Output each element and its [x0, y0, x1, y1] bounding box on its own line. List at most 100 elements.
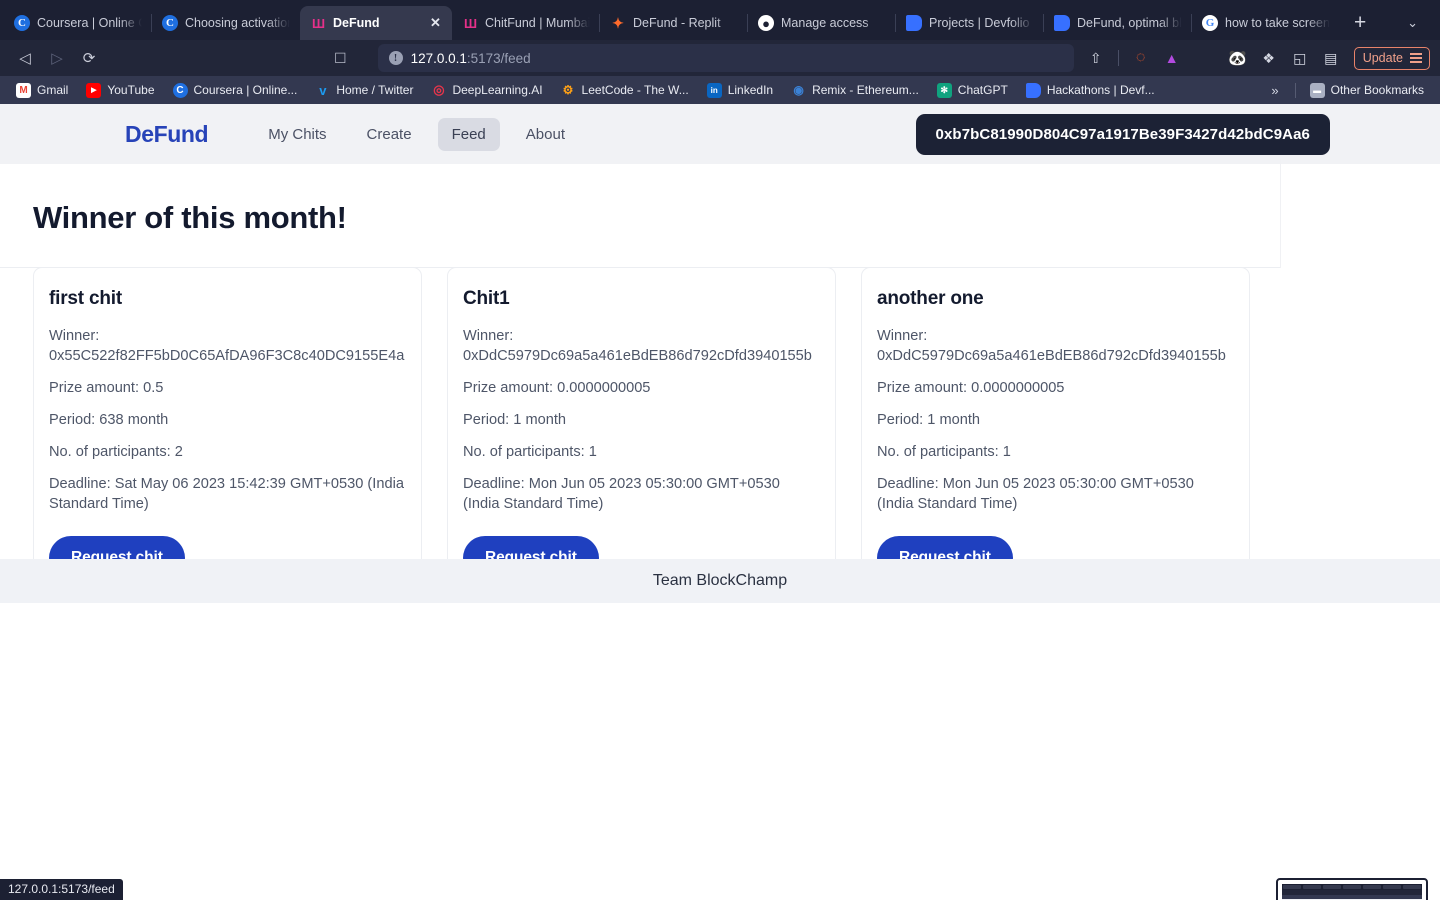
- address-host: 127.0.0.1: [410, 50, 467, 66]
- wallet-icon[interactable]: ▤: [1317, 44, 1345, 72]
- browser-tab[interactable]: C Coursera | Online C: [4, 6, 152, 40]
- app-logo[interactable]: DeFund: [125, 121, 209, 148]
- chevron-down-icon[interactable]: ⌄: [1389, 6, 1436, 40]
- coursera-icon: C: [162, 15, 178, 31]
- page-title: Winner of this month!: [33, 200, 347, 235]
- defund-icon: Ш: [463, 15, 477, 31]
- web-page: DeFund My Chits Create Feed About 0xb7bC…: [0, 104, 1440, 900]
- cards-section: first chit Winner: 0x55C522f82FF5bD0C65A…: [0, 159, 1440, 603]
- bookmark-item[interactable]: M Gmail: [8, 79, 76, 101]
- section-divider: [0, 267, 1281, 268]
- reload-icon[interactable]: ⟳: [74, 44, 104, 72]
- browser-tab[interactable]: G how to take screen: [1191, 6, 1340, 40]
- brave-shields-icon[interactable]: ◌: [1127, 44, 1155, 72]
- share-icon[interactable]: ⇧: [1082, 44, 1110, 72]
- bookmark-label: LeetCode - The W...: [581, 83, 689, 97]
- chit-period: Period: 638 month: [49, 412, 169, 428]
- tab-title: Choosing activation: [185, 16, 290, 30]
- bookmark-label: LinkedIn: [727, 83, 774, 97]
- nav-link-feed[interactable]: Feed: [437, 117, 500, 151]
- chit-prize: Prize amount: 0.0000000005: [463, 380, 651, 396]
- browser-tab[interactable]: Projects | Devfolio: [895, 6, 1044, 40]
- extensions-icon[interactable]: ❖: [1255, 44, 1283, 72]
- remix-icon: ◉: [793, 83, 804, 97]
- tab-title: Coursera | Online C: [37, 16, 142, 30]
- chit-period: Period: 1 month: [463, 412, 567, 428]
- close-icon[interactable]: ✕: [430, 15, 442, 31]
- screenshot-preview-thumbnail[interactable]: [1276, 878, 1428, 900]
- browser-tab[interactable]: DeFund, optimal bl: [1043, 6, 1192, 40]
- bookmark-icon[interactable]: ☐: [334, 50, 347, 67]
- thumbnail-tab: [1383, 885, 1401, 889]
- other-bookmarks-item[interactable]: ▬ Other Bookmarks: [1302, 79, 1432, 101]
- sidebar-icon[interactable]: ◱: [1286, 44, 1314, 72]
- bookmark-item[interactable]: C Coursera | Online...: [165, 79, 306, 101]
- new-tab-button[interactable]: +: [1340, 6, 1380, 40]
- bookmark-item[interactable]: ◎ DeepLearning.AI: [423, 79, 550, 101]
- chit-title: another one: [877, 288, 984, 309]
- chit-card[interactable]: another one Winner: 0xDdC5979Dc69a5a461e…: [861, 267, 1250, 603]
- chit-prize: Prize amount: 0.0000000005: [877, 380, 1065, 396]
- winner-address: 0xDdC5979Dc69a5a461eBdEB86d792cDfd394015…: [463, 348, 812, 364]
- replit-icon: ✦: [612, 14, 624, 31]
- devfolio-icon: [1054, 15, 1070, 31]
- bookmark-item[interactable]: ◉ Remix - Ethereum...: [783, 79, 927, 101]
- forward-icon[interactable]: ▷: [42, 44, 72, 72]
- chit-card[interactable]: Chit1 Winner: 0xDdC5979Dc69a5a461eBdEB86…: [447, 267, 836, 603]
- bookmark-label: ChatGPT: [957, 83, 1008, 97]
- chit-deadline: Deadline: Mon Jun 05 2023 05:30:00 GMT+0…: [877, 476, 1194, 512]
- tab-title: Manage access: [781, 16, 869, 30]
- page-footer: Team BlockChamp: [0, 559, 1440, 603]
- chit-participants: No. of participants: 1: [877, 444, 1011, 460]
- nav-link-my-chits[interactable]: My Chits: [254, 118, 340, 151]
- chit-card[interactable]: first chit Winner: 0x55C522f82FF5bD0C65A…: [33, 267, 422, 603]
- thumbnail-tab: [1343, 885, 1361, 889]
- bookmark-label: Hackathons | Devf...: [1046, 83, 1155, 97]
- github-icon: ●: [758, 15, 774, 31]
- update-button[interactable]: Update: [1353, 46, 1430, 70]
- address-bar[interactable]: ! 127.0.0.1:5173/feed: [377, 44, 1074, 72]
- browser-tab[interactable]: Ш ChitFund | Mumbai: [452, 6, 600, 40]
- winner-label: Winner:: [463, 328, 514, 344]
- chit-winner: Winner: 0xDdC5979Dc69a5a461eBdEB86d792cD…: [877, 326, 1234, 366]
- menu-icon[interactable]: [1410, 53, 1422, 63]
- bookmarks-overflow-icon[interactable]: »: [1261, 83, 1288, 98]
- browser-tab[interactable]: C Choosing activation: [151, 6, 300, 40]
- footer-text: Team BlockChamp: [652, 572, 788, 589]
- chit-participants: No. of participants: 1: [463, 444, 597, 460]
- chit-title: Chit1: [463, 288, 510, 309]
- bookmark-item[interactable]: Hackathons | Devf...: [1018, 79, 1163, 101]
- bookmark-label: Remix - Ethereum...: [812, 83, 919, 97]
- gmail-icon: M: [16, 82, 31, 98]
- browser-tab[interactable]: ● Manage access: [747, 6, 896, 40]
- chit-deadline: Deadline: Sat May 06 2023 15:42:39 GMT+0…: [49, 476, 404, 512]
- nav-link-about[interactable]: About: [512, 118, 579, 151]
- bookmark-item[interactable]: in LinkedIn: [699, 79, 781, 101]
- toolbar-actions: ⇧ ◌ ▲ 🐼 ❖ ◱ ▤ Update: [1082, 44, 1430, 72]
- browser-tab[interactable]: ✦ DeFund - Replit: [599, 6, 748, 40]
- wallet-address-badge[interactable]: 0xb7bC81990D804C97a1917Be39F3427d42bdC9A…: [915, 113, 1330, 155]
- app-navbar: DeFund My Chits Create Feed About 0xb7bC…: [0, 104, 1440, 164]
- tab-title: DeFund - Replit: [633, 16, 721, 30]
- coursera-icon: C: [14, 15, 30, 31]
- brave-leo-icon[interactable]: ▲: [1158, 44, 1186, 72]
- tab-title: how to take screen: [1225, 16, 1330, 30]
- google-icon: G: [1202, 15, 1218, 31]
- browser-tab-active[interactable]: Ш DeFund ✕: [300, 6, 452, 40]
- status-bar-url: 127.0.0.1:5173/feed: [0, 879, 123, 900]
- browser-toolbar: ◁ ▷ ⟳ ☐ ! 127.0.0.1:5173/feed ⇧ ◌ ▲ 🐼 ❖ …: [0, 40, 1440, 76]
- linkedin-icon: in: [706, 82, 722, 98]
- bookmark-item[interactable]: ᴠ Home / Twitter: [307, 79, 421, 101]
- toolbar-divider: [1117, 50, 1119, 66]
- back-icon[interactable]: ◁: [10, 44, 40, 72]
- bookmark-item[interactable]: ▶ YouTube: [78, 79, 162, 101]
- nav-link-create[interactable]: Create: [353, 118, 426, 151]
- winner-label: Winner:: [877, 328, 928, 344]
- chit-period: Period: 1 month: [877, 412, 981, 428]
- site-info-icon[interactable]: !: [388, 51, 403, 65]
- metamask-icon[interactable]: 🐼: [1224, 44, 1252, 72]
- browser-window: C Coursera | Online C C Choosing activat…: [0, 0, 1440, 900]
- bookmark-item[interactable]: ⚙ LeetCode - The W...: [553, 79, 697, 101]
- bookmark-item[interactable]: ✻ ChatGPT: [929, 79, 1016, 101]
- bookmark-label: DeepLearning.AI: [452, 83, 543, 97]
